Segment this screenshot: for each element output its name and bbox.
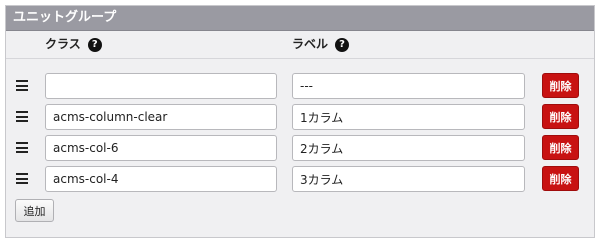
drag-handle-icon[interactable] bbox=[16, 111, 28, 122]
group-row: 削除 bbox=[6, 166, 594, 192]
delete-button[interactable]: 削除 bbox=[542, 166, 579, 191]
class-input[interactable] bbox=[45, 166, 277, 192]
class-input[interactable] bbox=[45, 135, 277, 161]
label-input[interactable] bbox=[292, 73, 525, 99]
delete-button[interactable]: 削除 bbox=[542, 135, 579, 160]
label-input[interactable] bbox=[292, 104, 525, 130]
label-input[interactable] bbox=[292, 135, 525, 161]
drag-handle-icon[interactable] bbox=[16, 80, 28, 91]
label-column-label: ラベル bbox=[292, 37, 329, 51]
help-icon[interactable]: ? bbox=[335, 37, 350, 52]
drag-handle-icon[interactable] bbox=[16, 173, 28, 184]
label-input[interactable] bbox=[292, 166, 525, 192]
help-icon[interactable]: ? bbox=[87, 37, 102, 52]
class-input[interactable] bbox=[45, 73, 277, 99]
delete-button[interactable]: 削除 bbox=[542, 73, 579, 98]
delete-button[interactable]: 削除 bbox=[542, 104, 579, 129]
class-column-label: クラス bbox=[45, 37, 81, 51]
drag-handle-icon[interactable] bbox=[16, 142, 28, 153]
column-headers: クラス ? ラベル ? bbox=[6, 31, 594, 59]
label-column-header: ラベル ? bbox=[292, 31, 350, 58]
panel-title: ユニットグループ bbox=[6, 6, 594, 31]
unit-group-panel: ユニットグループ クラス ? ラベル ? 削除 削除 削除 削除 追加 bbox=[5, 5, 595, 238]
group-row: 削除 bbox=[6, 135, 594, 161]
group-row: 削除 bbox=[6, 104, 594, 130]
class-input[interactable] bbox=[45, 104, 277, 130]
add-button[interactable]: 追加 bbox=[15, 199, 54, 222]
group-row: 削除 bbox=[6, 73, 594, 99]
class-column-header: クラス ? bbox=[45, 31, 102, 58]
